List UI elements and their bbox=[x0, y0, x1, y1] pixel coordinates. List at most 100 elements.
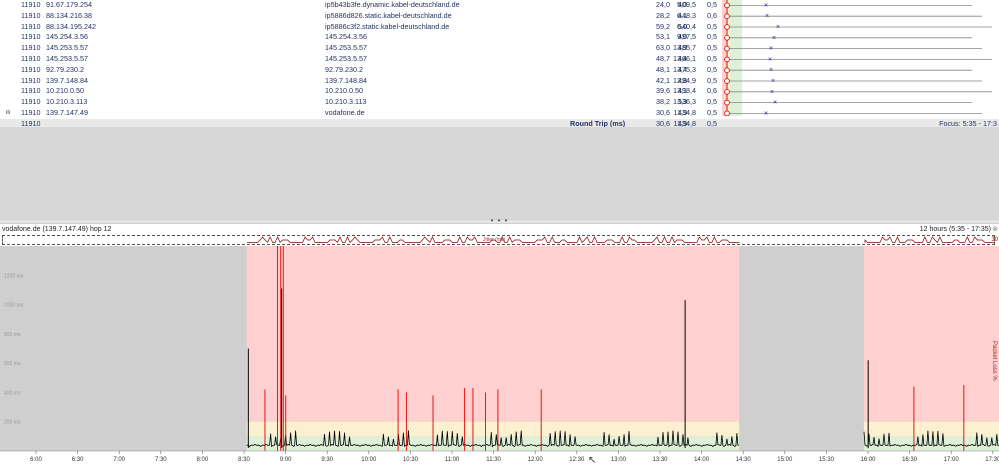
strip-avg-marker: × bbox=[764, 110, 768, 116]
x-tick-label: 11:00 bbox=[445, 457, 460, 463]
x-tick-label: 16:00 bbox=[860, 457, 876, 463]
hop-cur: 497,5 bbox=[678, 32, 696, 42]
strip-avg-marker: × bbox=[771, 78, 775, 85]
x-tick-label: 15:00 bbox=[777, 457, 793, 463]
x-tick-label: 12:30 bbox=[569, 457, 585, 463]
hop-asn: 11910 bbox=[21, 32, 41, 42]
hop-hostname: 10.210.0.50 bbox=[325, 86, 363, 96]
packet-loss-axis-label: Packet Loss % bbox=[991, 341, 997, 381]
hop-ip: 10.210.3.113 bbox=[46, 97, 88, 107]
hop-avg: 53,1 bbox=[656, 32, 670, 42]
zone-good bbox=[246, 436, 740, 451]
hop-hostname: 145.254.3.56 bbox=[325, 32, 367, 42]
hop-cur: 485,7 bbox=[678, 43, 696, 53]
hop-ip: 88.134.216.38 bbox=[46, 10, 92, 20]
x-tick-label: 15:30 bbox=[819, 457, 835, 463]
x-tick-label: 10:00 bbox=[361, 457, 377, 463]
strip-avg-marker: × bbox=[768, 56, 772, 63]
hop-ip: 145.253.5.57 bbox=[46, 43, 88, 53]
strip-loss-dot bbox=[724, 24, 730, 30]
y-tick-label: 1000 ms bbox=[4, 303, 24, 309]
hop-ip: 10.210.0.50 bbox=[46, 86, 84, 96]
hop-avg: 38,2 bbox=[656, 97, 670, 107]
hop-pl: 0,6 bbox=[707, 10, 717, 20]
hop-asn: 11910 bbox=[21, 75, 41, 85]
hop-pl: 0,5 bbox=[707, 54, 717, 63]
x-tick-label: 11:30 bbox=[486, 457, 501, 463]
hop-asn: 11910 bbox=[21, 64, 41, 74]
strip-avg-marker: × bbox=[764, 2, 768, 9]
hop-ip: 91.67.179.254 bbox=[46, 0, 92, 9]
time-range-selector[interactable]: 12 hours (5:35 - 17:35) bbox=[920, 224, 991, 235]
hop-pl: 0,5 bbox=[707, 0, 717, 9]
hop-hostname: 92.79.230.2 bbox=[325, 64, 363, 74]
hop-asn: 11910 bbox=[21, 97, 41, 107]
y-tick-label: 800 ms bbox=[4, 332, 21, 338]
hop-pl: 0,5 bbox=[707, 64, 717, 74]
hop-avg: 28,2 bbox=[656, 10, 670, 20]
x-tick-label: 17:00 bbox=[944, 457, 960, 463]
jitter-graph: Jitter (ms) 30 bbox=[2, 235, 998, 245]
y-tick-label: 1200 ms bbox=[4, 273, 24, 279]
zone-bad bbox=[246, 246, 740, 422]
strip-avg-marker: × bbox=[776, 24, 780, 31]
hop-ip: 88.134.195.242 bbox=[46, 21, 96, 31]
strip-loss-dot bbox=[724, 34, 730, 41]
y-tick-label: 400 ms bbox=[4, 390, 21, 396]
strip-avg-marker: × bbox=[773, 100, 777, 107]
hop-pl: 0,5 bbox=[707, 32, 717, 42]
latency-timeline-graph[interactable]: 1200 ms 1000 ms 800 ms 600 ms 400 ms 200 ms 6:… bbox=[0, 246, 999, 467]
strip-loss-dot bbox=[724, 67, 730, 73]
hop-asn: 11910 bbox=[21, 108, 41, 117]
empty-table-area bbox=[0, 127, 999, 219]
strip-avg-marker: × bbox=[765, 13, 769, 20]
hop-cur: 466,1 bbox=[678, 54, 696, 63]
hop-asn: 11910 bbox=[21, 86, 41, 96]
hop-table: 11910 91.67.179.254 ip5b43b3fe.dynamic.kab… bbox=[0, 0, 999, 130]
x-tick-label: 14:30 bbox=[736, 457, 752, 463]
hop-ip: 145.254.3.56 bbox=[46, 32, 88, 42]
x-tick-label: 8:30 bbox=[238, 457, 250, 463]
hop-asn: 11910 bbox=[21, 54, 41, 63]
hop-pl: 0,5 bbox=[707, 108, 717, 117]
hop-hostname: ip5886d826.static.kabel-deutschland.de bbox=[325, 10, 452, 20]
x-tick-label: 8:00 bbox=[197, 457, 209, 463]
x-tick-label: 12:00 bbox=[528, 457, 544, 463]
x-tick-label: 16:30 bbox=[902, 457, 918, 463]
strip-avg-marker: × bbox=[772, 35, 776, 42]
hop-cur: 536,3 bbox=[678, 97, 696, 107]
pingplotter-window: 11910 91.67.179.254 ip5b43b3fe.dynamic.kab… bbox=[0, 0, 999, 467]
strip-loss-dot bbox=[724, 78, 730, 84]
hop-avg: 42,1 bbox=[656, 75, 670, 85]
x-tick-label: 13:00 bbox=[611, 457, 627, 463]
hop-hostname: ip5886c3f2.static.kabel-deutschland.de bbox=[325, 21, 450, 31]
close-icon[interactable]: ⊗ bbox=[992, 224, 998, 235]
strip-loss-dot bbox=[724, 56, 730, 63]
hop-hostname: 139.7.148.84 bbox=[325, 75, 367, 85]
x-tick-label: 6:30 bbox=[72, 457, 84, 463]
strip-loss-dot bbox=[724, 99, 730, 106]
latency-mini-graph: × × × × × × × × × × × bbox=[722, 0, 999, 116]
hop-hostname: 10.210.3.113 bbox=[325, 97, 367, 107]
x-tick-label: 7:00 bbox=[113, 457, 125, 463]
jitter-line bbox=[864, 236, 994, 243]
strip-loss-dot bbox=[724, 13, 730, 20]
bar-chart-icon[interactable]: ılı bbox=[3, 108, 13, 119]
hop-cur: 540,4 bbox=[678, 21, 696, 31]
hop-cur: 494,9 bbox=[678, 75, 696, 85]
hop-cur: 434,8 bbox=[678, 108, 696, 117]
strip-band-good bbox=[730, 0, 742, 116]
strip-loss-dot bbox=[724, 89, 730, 95]
strip-loss-dot bbox=[724, 110, 730, 116]
x-tick-label: 6:00 bbox=[30, 457, 42, 463]
x-tick-label: 17:30 bbox=[985, 457, 999, 463]
x-tick-label: 14:00 bbox=[694, 457, 710, 463]
strip-loss-dot bbox=[724, 2, 730, 9]
hop-ip: 92.79.230.2 bbox=[46, 64, 84, 74]
hop-pl: 0,5 bbox=[707, 43, 717, 53]
hop-hostname: 145.253.5.57 bbox=[325, 43, 367, 53]
x-tick-label: 13:30 bbox=[652, 457, 668, 463]
hop-ip: 145.253.5.57 bbox=[46, 54, 88, 63]
strip-loss-dot bbox=[724, 45, 730, 52]
hop-hostname: ip5b43b3fe.dynamic.kabel-deutschland.de bbox=[325, 0, 460, 9]
